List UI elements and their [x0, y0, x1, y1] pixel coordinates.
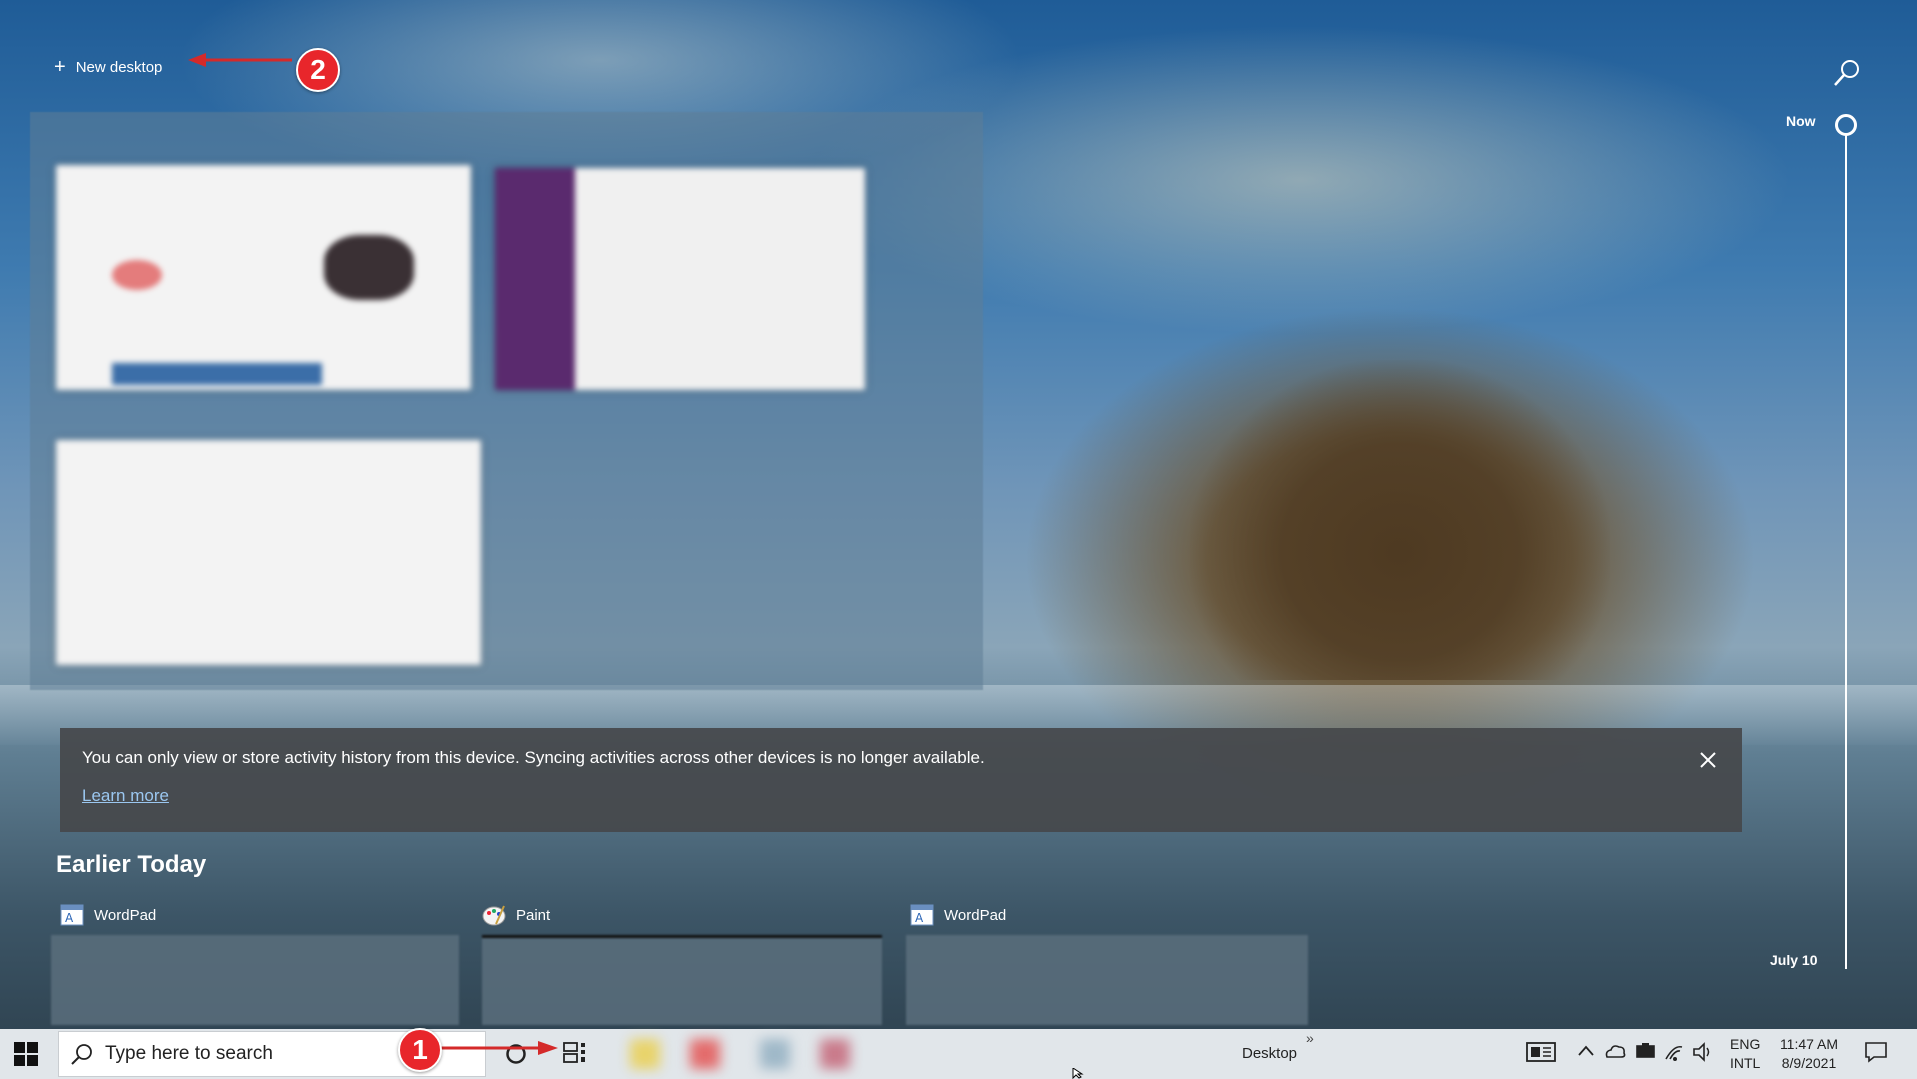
task-view-icon[interactable]: [563, 1042, 589, 1064]
search-icon[interactable]: [1832, 58, 1862, 88]
activity-item-title[interactable]: A WordPad: [60, 904, 156, 926]
search-icon: [71, 1043, 93, 1065]
search-placeholder: Type here to search: [105, 1043, 273, 1065]
timeline-date-marker: July 10: [1770, 952, 1817, 968]
input-language-indicator[interactable]: ENG INTL: [1730, 1035, 1760, 1073]
notice-message: You can only view or store activity hist…: [82, 748, 985, 768]
desktop-toolbar-label[interactable]: Desktop: [1242, 1045, 1297, 1062]
new-desktop-button[interactable]: + New desktop: [54, 56, 162, 78]
activity-app-name: WordPad: [94, 907, 156, 924]
notification-center-icon[interactable]: [1864, 1041, 1888, 1063]
svg-text:A: A: [65, 911, 74, 925]
chevron-up-icon[interactable]: [1578, 1045, 1594, 1057]
timeline-knob[interactable]: [1835, 114, 1857, 136]
wordpad-icon: A: [910, 904, 934, 926]
window-thumbnail[interactable]: [56, 165, 471, 390]
timeline-now-label: Now: [1786, 113, 1816, 129]
new-desktop-label: New desktop: [76, 59, 163, 76]
toolbar-more-chevron[interactable]: »: [1306, 1030, 1314, 1046]
section-title-earlier-today: Earlier Today: [56, 851, 206, 879]
activity-card[interactable]: [906, 935, 1308, 1025]
wordpad-icon: A: [60, 904, 84, 926]
clock-time: 11:47 AM: [1778, 1035, 1840, 1054]
activity-item-title[interactable]: A WordPad: [910, 904, 1006, 926]
taskbar-pinned-apps[interactable]: [600, 1033, 900, 1075]
mouse-cursor-icon: [1072, 1068, 1086, 1079]
plus-icon: +: [54, 57, 66, 77]
clock-date: 8/9/2021: [1778, 1054, 1840, 1073]
activity-app-name: Paint: [516, 907, 550, 924]
window-thumbnail[interactable]: [495, 168, 865, 390]
onedrive-icon[interactable]: [1604, 1041, 1626, 1063]
news-icon[interactable]: [1526, 1041, 1556, 1063]
learn-more-link[interactable]: Learn more: [82, 786, 169, 806]
wifi-icon[interactable]: [1664, 1041, 1684, 1063]
window-thumbnail[interactable]: [56, 440, 481, 665]
activity-card[interactable]: [51, 935, 459, 1025]
activity-item-title[interactable]: Paint: [482, 904, 550, 926]
wallpaper-rock: [1190, 360, 1610, 680]
activity-card[interactable]: [482, 935, 882, 1025]
annotation-arrow: [440, 1040, 558, 1056]
paint-icon: [482, 904, 506, 926]
annotation-badge-1: 1: [398, 1028, 442, 1072]
annotation-arrow: [188, 52, 296, 68]
system-clock[interactable]: 11:47 AM 8/9/2021: [1778, 1035, 1840, 1073]
battery-icon[interactable]: [1636, 1041, 1656, 1063]
taskbar: Type here to search Desktop »: [0, 1029, 1917, 1079]
volume-icon[interactable]: [1692, 1041, 1714, 1063]
svg-text:A: A: [915, 911, 924, 925]
windows-start-icon[interactable]: [14, 1042, 38, 1066]
close-icon[interactable]: [1700, 752, 1716, 768]
timeline-scrollbar[interactable]: [1845, 134, 1847, 969]
activity-history-notice: You can only view or store activity hist…: [60, 728, 1742, 832]
annotation-badge-2: 2: [296, 48, 340, 92]
activity-app-name: WordPad: [944, 907, 1006, 924]
